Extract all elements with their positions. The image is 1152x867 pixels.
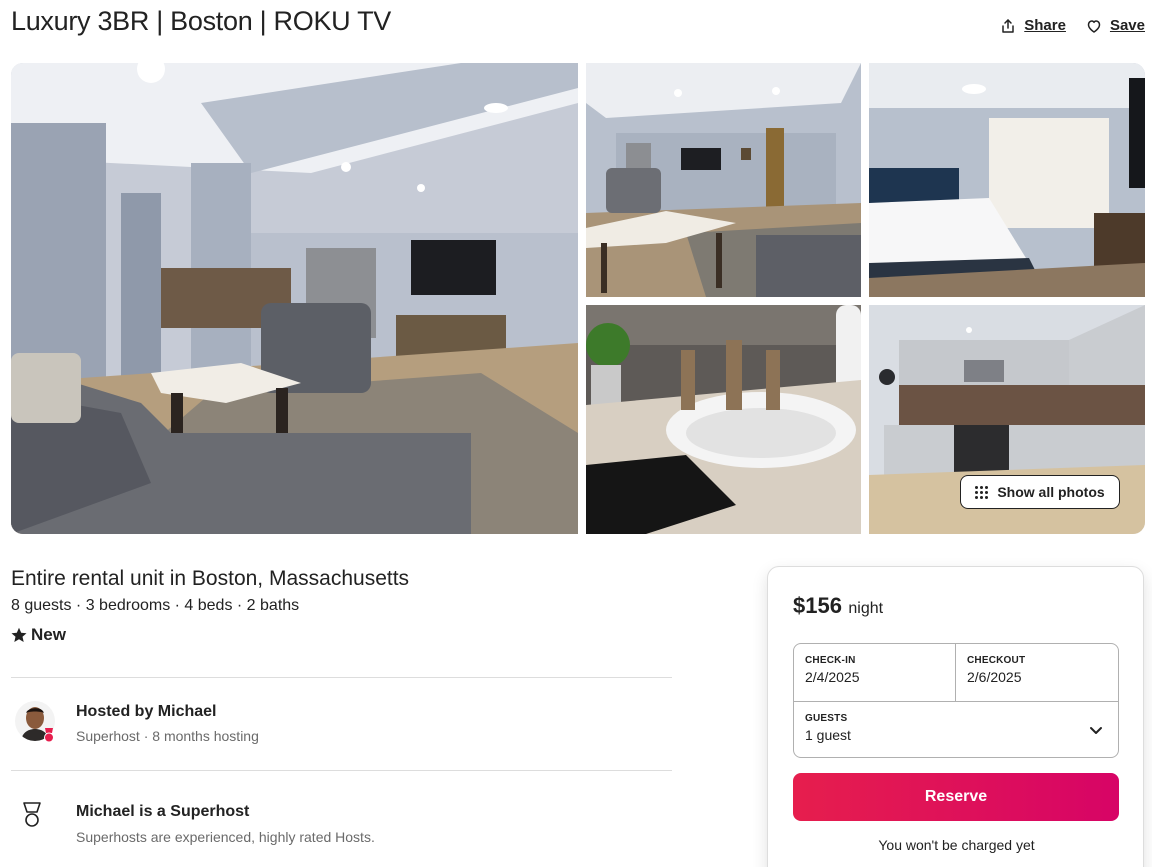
superhost-medal-icon — [23, 802, 41, 827]
photo-living-room[interactable] — [11, 63, 578, 534]
show-all-photos-button[interactable]: Show all photos — [960, 475, 1120, 509]
host-name: Hosted by Michael — [76, 703, 217, 720]
chevron-down-icon — [1090, 727, 1102, 734]
photo-bedroom[interactable] — [869, 63, 1145, 297]
listing-summary: 8 guests · 3 bedrooms · 4 beds · 2 baths — [11, 597, 300, 614]
share-button[interactable]: Share — [1000, 17, 1066, 34]
checkout-value: 2/6/2025 — [967, 669, 1022, 685]
guests-label: GUESTS — [805, 713, 848, 724]
booking-card: $156 night CHECK-IN 2/4/2025 CHECKOUT 2/… — [767, 566, 1144, 867]
save-label: Save — [1109, 17, 1145, 34]
checkout-label: CHECKOUT — [967, 655, 1026, 666]
photo-living-area[interactable] — [586, 63, 861, 297]
price-amount: $156 — [793, 593, 842, 618]
superhost-title: Michael is a Superhost — [76, 803, 250, 820]
share-icon — [1002, 18, 1014, 33]
host-meta: Superhost · 8 months hosting — [76, 728, 259, 744]
host-avatar[interactable] — [15, 701, 55, 743]
guests-value: 1 guest — [805, 727, 851, 743]
date-guest-picker: CHECK-IN 2/4/2025 CHECKOUT 2/6/2025 GUES… — [793, 643, 1119, 758]
checkin-value: 2/4/2025 — [805, 669, 860, 685]
section-divider — [11, 770, 672, 771]
nightly-price: $156 night — [793, 593, 883, 619]
checkin-field[interactable]: CHECK-IN 2/4/2025 — [794, 644, 956, 701]
price-unit: night — [843, 600, 884, 617]
top-actions: Share Save — [1000, 17, 1145, 34]
save-button[interactable]: Save — [1086, 17, 1145, 34]
reserve-button[interactable]: Reserve — [793, 773, 1119, 821]
show-all-photos-label: Show all photos — [997, 484, 1105, 500]
listing-title: Luxury 3BR | Boston | ROKU TV — [11, 6, 391, 36]
photo-gallery — [11, 63, 1145, 534]
listing-type: Entire rental unit in Boston, Massachuse… — [11, 567, 410, 590]
grid-dots-icon — [975, 485, 989, 499]
rating-label: New — [31, 625, 66, 644]
share-label: Share — [1024, 17, 1066, 34]
superhost-badge-icon — [44, 728, 54, 743]
rating-row: New — [11, 625, 66, 645]
checkin-label: CHECK-IN — [805, 655, 856, 666]
guests-dropdown[interactable]: GUESTS 1 guest — [794, 701, 1118, 757]
section-divider — [11, 677, 672, 678]
photo-bathroom-sink[interactable] — [586, 305, 861, 534]
star-icon — [11, 627, 27, 642]
checkout-field[interactable]: CHECKOUT 2/6/2025 — [956, 644, 1119, 701]
superhost-description: Superhosts are experienced, highly rated… — [76, 829, 375, 845]
not-charged-note: You won't be charged yet — [878, 837, 1035, 853]
heart-icon — [1087, 19, 1101, 33]
